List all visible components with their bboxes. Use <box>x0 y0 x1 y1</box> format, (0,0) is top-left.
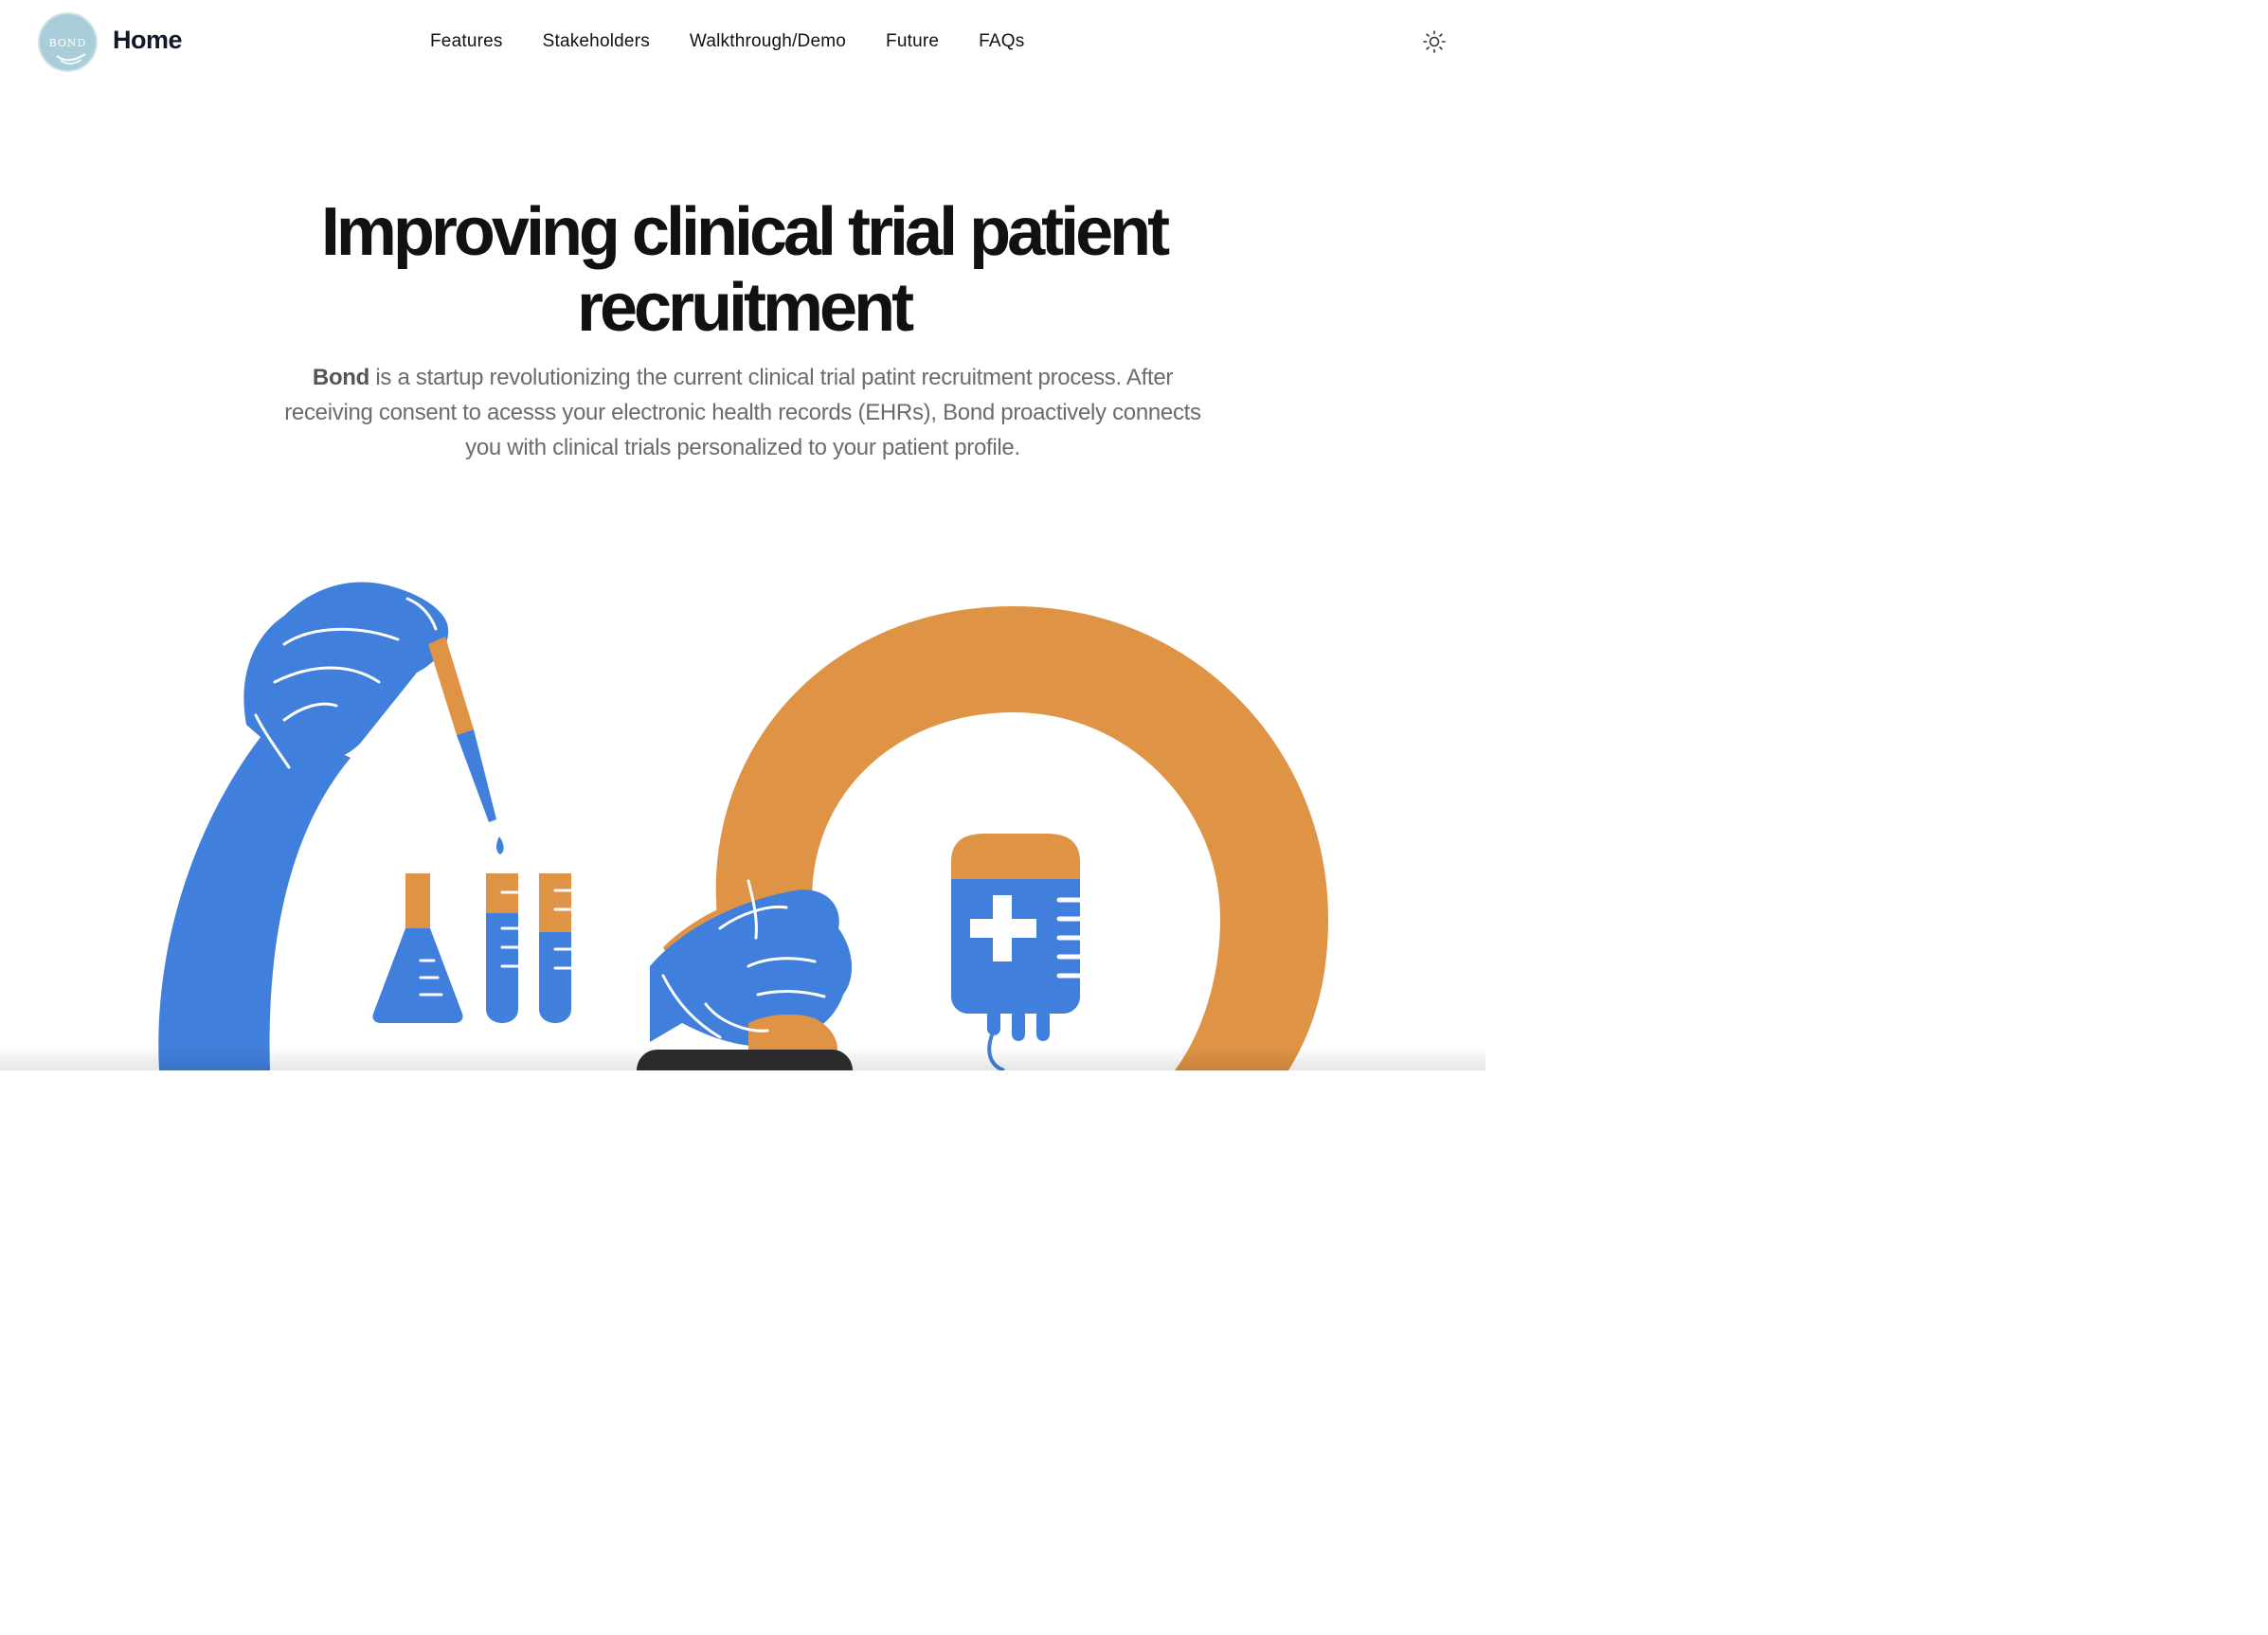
hero-title: Improving clinical trial patient recruit… <box>189 194 1298 346</box>
hero-illustration <box>0 530 1485 1070</box>
test-tube-2-top <box>539 873 571 932</box>
pipette-body <box>428 637 474 735</box>
hero-title-line-2: recruitment <box>576 270 914 346</box>
blue-arm <box>158 720 351 1070</box>
hand-icon <box>56 53 86 65</box>
iv-bag-top <box>951 834 1080 879</box>
pipette-drop <box>496 836 504 854</box>
home-link[interactable]: Home <box>113 26 183 55</box>
top-nav-bar: BOND Home Features Stakeholders Walkthro… <box>0 0 1485 85</box>
hero-description-text: is a startup revolutionizing the current… <box>284 365 1201 460</box>
floating-toolbar[interactable] <box>637 1050 853 1070</box>
test-tube-2-body <box>539 932 571 1023</box>
bond-logo[interactable]: BOND <box>38 12 98 72</box>
hero-description: Bond is a startup revolutionizing the cu… <box>269 360 1216 465</box>
sun-icon <box>1423 30 1446 53</box>
flask-body <box>372 928 463 1023</box>
clinical-trial-illustration <box>158 582 1328 1070</box>
main-nav: Features Stakeholders Walkthrough/Demo F… <box>430 31 1024 52</box>
flask-top <box>405 873 430 928</box>
pipette-tip <box>457 729 496 822</box>
page: BOND Home Features Stakeholders Walkthro… <box>0 0 1485 1070</box>
nav-future[interactable]: Future <box>886 31 939 52</box>
hero-brand-name: Bond <box>312 365 370 390</box>
nav-features[interactable]: Features <box>430 31 503 52</box>
hero-title-line-1: Improving clinical trial patient <box>320 194 1170 270</box>
nav-walkthrough-demo[interactable]: Walkthrough/Demo <box>690 31 846 52</box>
nav-stakeholders[interactable]: Stakeholders <box>543 31 650 52</box>
theme-toggle-button[interactable] <box>1421 28 1448 55</box>
blue-hand <box>243 582 449 763</box>
nav-faqs[interactable]: FAQs <box>979 31 1024 52</box>
